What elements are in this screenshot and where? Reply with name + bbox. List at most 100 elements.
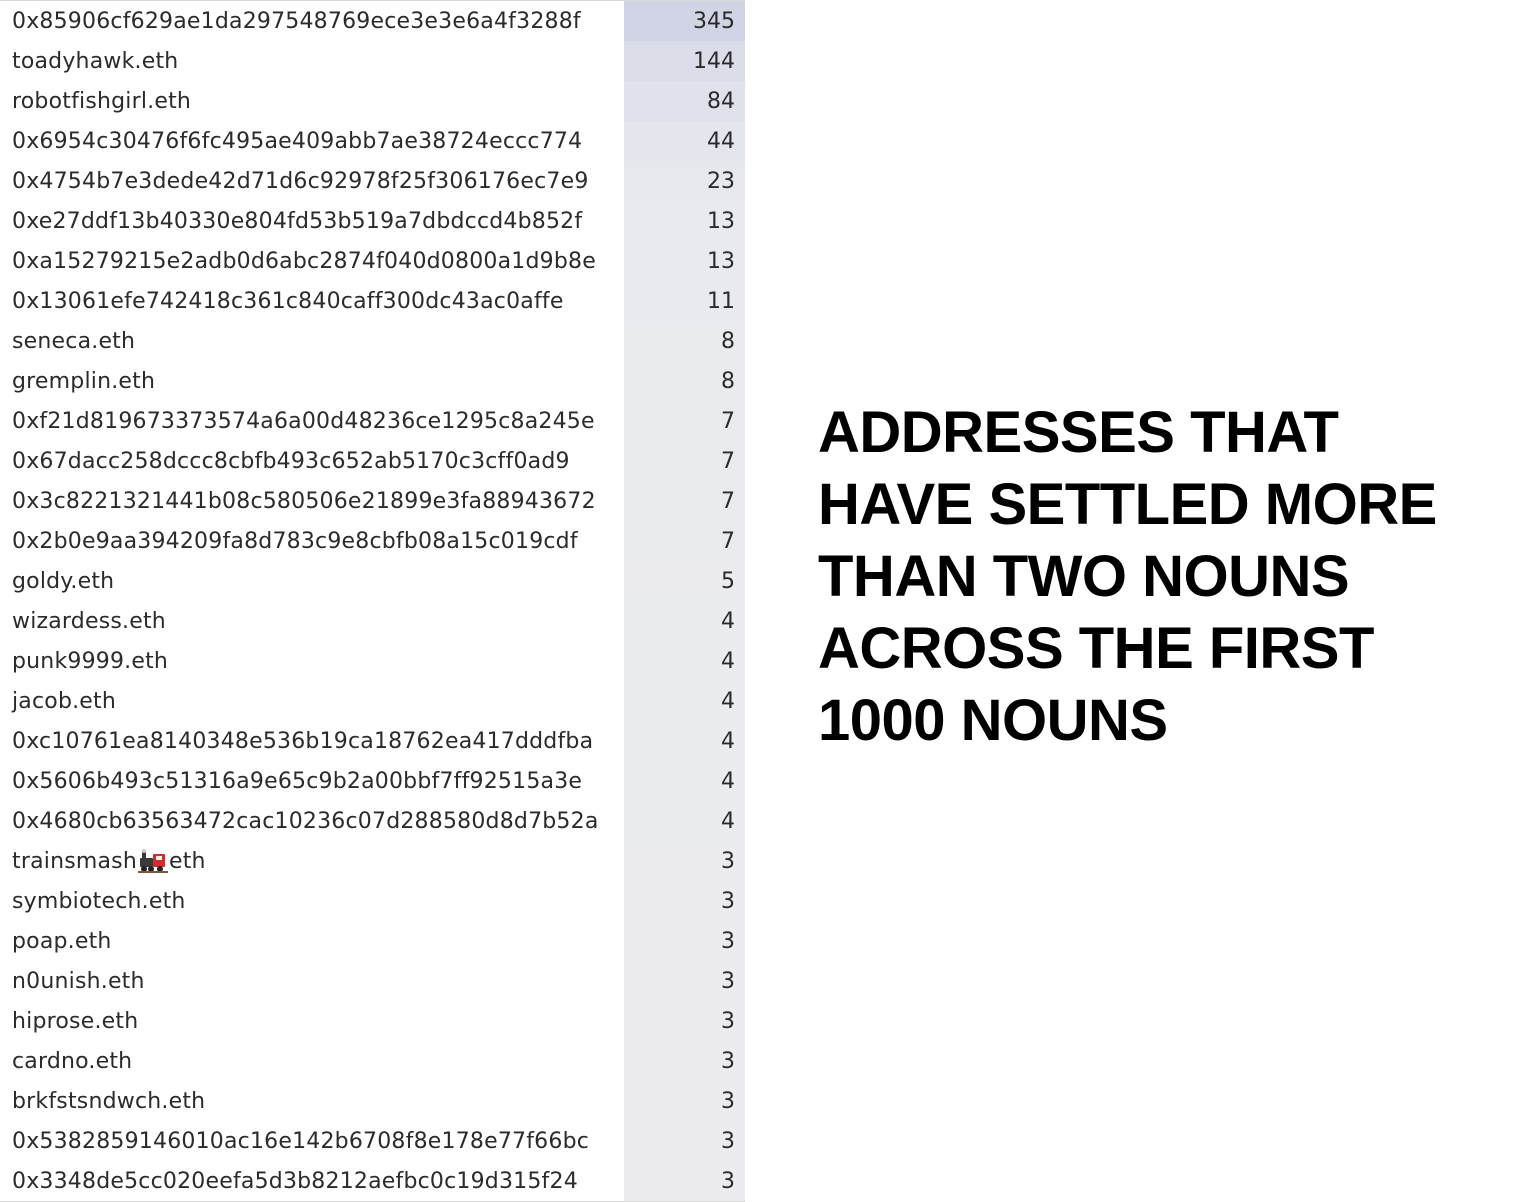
count-cell: 4 — [624, 681, 745, 721]
address-cell: 0x85906cf629ae1da297548769ece3e3e6a4f328… — [0, 1, 624, 41]
table-row: 0xe27ddf13b40330e804fd53b519a7dbdccd4b85… — [0, 201, 745, 241]
count-cell: 7 — [624, 481, 745, 521]
table-row: 0xf21d819673373574a6a00d48236ce1295c8a24… — [0, 401, 745, 441]
table-row: symbiotech.eth 3 — [0, 881, 745, 921]
address-cell: 0x3348de5cc020eefa5d3b8212aefbc0c19d315f… — [0, 1161, 624, 1201]
count-cell: 3 — [624, 1001, 745, 1041]
table-row: n0unish.eth 3 — [0, 961, 745, 1001]
table-row: jacob.eth 4 — [0, 681, 745, 721]
count-cell: 11 — [624, 281, 745, 321]
table-row: 0x3c8221321441b08c580506e21899e3fa889436… — [0, 481, 745, 521]
address-text: robotfishgirl.eth — [12, 88, 192, 114]
address-cell: n0unish.eth — [0, 961, 624, 1001]
address-text: goldy.eth — [12, 568, 115, 594]
count-cell: 23 — [624, 161, 745, 201]
address-text: 0x2b0e9aa394209fa8d783c9e8cbfb08a15c019c… — [12, 528, 578, 554]
count-cell: 3 — [624, 921, 745, 961]
address-cell: 0x3c8221321441b08c580506e21899e3fa889436… — [0, 481, 624, 521]
address-text: seneca.eth — [12, 328, 136, 354]
address-cell: seneca.eth — [0, 321, 624, 361]
table-row: 0x4754b7e3dede42d71d6c92978f25f306176ec7… — [0, 161, 745, 201]
address-cell: symbiotech.eth — [0, 881, 624, 921]
address-text: 0x3c8221321441b08c580506e21899e3fa889436… — [12, 488, 596, 514]
address-text: n0unish.eth — [12, 968, 145, 994]
address-text: wizardess.eth — [12, 608, 166, 634]
address-cell: 0x67dacc258dccc8cbfb493c652ab5170c3cff0a… — [0, 441, 624, 481]
address-text: 0xa15279215e2adb0d6abc2874f040d0800a1d9b… — [12, 248, 596, 274]
address-cell: 0x5606b493c51316a9e65c9b2a00bbf7ff92515a… — [0, 761, 624, 801]
address-cell: 0xf21d819673373574a6a00d48236ce1295c8a24… — [0, 401, 624, 441]
count-cell: 7 — [624, 521, 745, 561]
address-text: 0xf21d819673373574a6a00d48236ce1295c8a24… — [12, 408, 595, 434]
count-cell: 3 — [624, 1041, 745, 1081]
address-cell: poap.eth — [0, 921, 624, 961]
address-text: hiprose.eth — [12, 1008, 139, 1034]
count-cell: 345 — [624, 1, 745, 41]
address-text: 0x5382859146010ac16e142b6708f8e178e77f66… — [12, 1128, 590, 1154]
address-cell: jacob.eth — [0, 681, 624, 721]
address-cell: robotfishgirl.eth — [0, 81, 624, 121]
address-cell: toadyhawk.eth — [0, 41, 624, 81]
count-cell: 3 — [624, 1121, 745, 1161]
address-cell: brkfstsndwch.eth — [0, 1081, 624, 1121]
address-cell: 0x5382859146010ac16e142b6708f8e178e77f66… — [0, 1121, 624, 1161]
count-cell: 7 — [624, 401, 745, 441]
address-cell: gremplin.eth — [0, 361, 624, 401]
table-row: 0x13061efe742418c361c840caff300dc43ac0af… — [0, 281, 745, 321]
count-cell: 3 — [624, 1161, 745, 1201]
address-text: jacob.eth — [12, 688, 117, 714]
count-cell: 3 — [624, 841, 745, 881]
address-text: 0x6954c30476f6fc495ae409abb7ae38724eccc7… — [12, 128, 583, 154]
address-text: poap.eth — [12, 928, 112, 954]
address-cell: trainsmash eth — [0, 841, 624, 881]
address-text: trainsmash — [12, 848, 137, 874]
table-row: hiprose.eth 3 — [0, 1001, 745, 1041]
count-cell: 4 — [624, 761, 745, 801]
address-cell: 0x13061efe742418c361c840caff300dc43ac0af… — [0, 281, 624, 321]
count-cell: 13 — [624, 241, 745, 281]
address-cell: hiprose.eth — [0, 1001, 624, 1041]
count-cell: 3 — [624, 961, 745, 1001]
address-text: toadyhawk.eth — [12, 48, 179, 74]
count-cell: 3 — [624, 1081, 745, 1121]
address-cell: punk9999.eth — [0, 641, 624, 681]
address-suffix: eth — [169, 848, 206, 874]
table-row: goldy.eth 5 — [0, 561, 745, 601]
table-row: 0x6954c30476f6fc495ae409abb7ae38724eccc7… — [0, 121, 745, 161]
table-row: trainsmash eth 3 — [0, 841, 745, 881]
address-text: symbiotech.eth — [12, 888, 186, 914]
address-cell: 0x2b0e9aa394209fa8d783c9e8cbfb08a15c019c… — [0, 521, 624, 561]
count-cell: 3 — [624, 881, 745, 921]
address-cell: 0x6954c30476f6fc495ae409abb7ae38724eccc7… — [0, 121, 624, 161]
count-cell: 44 — [624, 121, 745, 161]
table-row: 0xc10761ea8140348e536b19ca18762ea417dddf… — [0, 721, 745, 761]
count-cell: 4 — [624, 601, 745, 641]
address-text: cardno.eth — [12, 1048, 133, 1074]
address-text: 0xe27ddf13b40330e804fd53b519a7dbdccd4b85… — [12, 208, 583, 234]
address-text: 0x4680cb63563472cac10236c07d288580d8d7b5… — [12, 808, 599, 834]
address-text: gremplin.eth — [12, 368, 156, 394]
table-row: cardno.eth 3 — [0, 1041, 745, 1081]
table-row: poap.eth 3 — [0, 921, 745, 961]
table-row: 0x5606b493c51316a9e65c9b2a00bbf7ff92515a… — [0, 761, 745, 801]
count-cell: 4 — [624, 641, 745, 681]
count-cell: 144 — [624, 41, 745, 81]
address-cell: goldy.eth — [0, 561, 624, 601]
table-row: 0x3348de5cc020eefa5d3b8212aefbc0c19d315f… — [0, 1161, 745, 1201]
address-text: 0x4754b7e3dede42d71d6c92978f25f306176ec7… — [12, 168, 589, 194]
count-cell: 8 — [624, 321, 745, 361]
address-cell: 0x4754b7e3dede42d71d6c92978f25f306176ec7… — [0, 161, 624, 201]
count-cell: 8 — [624, 361, 745, 401]
table-row: 0x4680cb63563472cac10236c07d288580d8d7b5… — [0, 801, 745, 841]
page: 0x85906cf629ae1da297548769ece3e3e6a4f328… — [0, 0, 1517, 1202]
table-row: 0x67dacc258dccc8cbfb493c652ab5170c3cff0a… — [0, 441, 745, 481]
table-row: 0xa15279215e2adb0d6abc2874f040d0800a1d9b… — [0, 241, 745, 281]
address-cell: 0xe27ddf13b40330e804fd53b519a7dbdccd4b85… — [0, 201, 624, 241]
address-text: 0x85906cf629ae1da297548769ece3e3e6a4f328… — [12, 8, 581, 34]
count-cell: 4 — [624, 801, 745, 841]
address-text: 0x13061efe742418c361c840caff300dc43ac0af… — [12, 288, 564, 314]
address-text: brkfstsndwch.eth — [12, 1088, 206, 1114]
table-row: seneca.eth 8 — [0, 321, 745, 361]
table-row: 0x2b0e9aa394209fa8d783c9e8cbfb08a15c019c… — [0, 521, 745, 561]
table-row: wizardess.eth 4 — [0, 601, 745, 641]
